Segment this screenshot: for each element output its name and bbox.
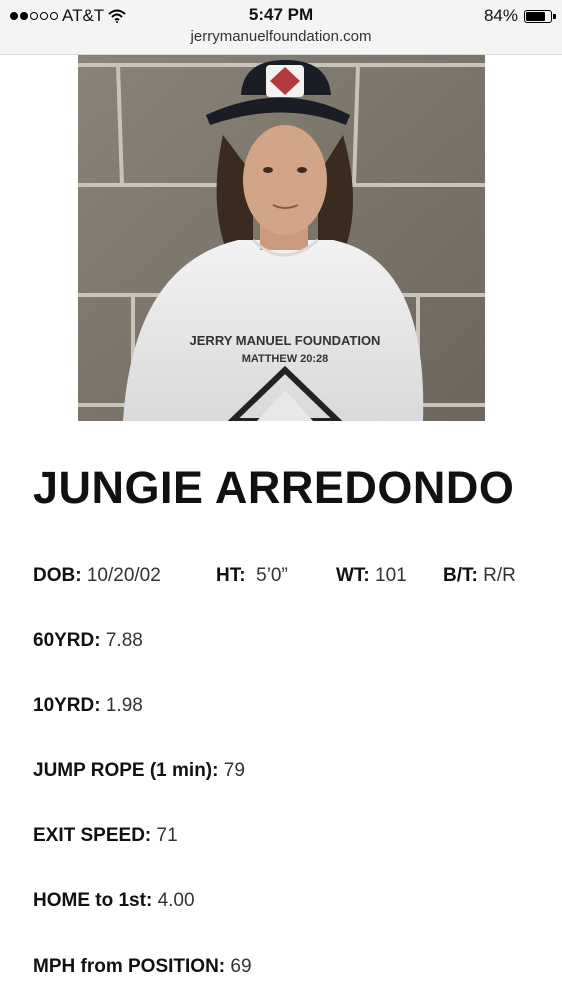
player-photo: JERRY MANUEL FOUNDATION MATTHEW 20:28 (78, 55, 485, 421)
stat-label: JUMP ROPE (1 min): (33, 760, 219, 781)
stat-mph-from-position: MPH from POSITION: 69 (33, 956, 252, 978)
stat-bats-throws: B/T: R/R (443, 565, 516, 587)
stat-value: 4.00 (157, 890, 195, 911)
stats-row: DOB: 10/20/02 HT: 5’0” WT: 101 B/T: R/R (33, 565, 533, 589)
stat-10yrd: 10YRD: 1.98 (33, 695, 143, 717)
stat-value: 10/20/02 (86, 565, 161, 586)
player-name: JUNGIE ARREDONDO (33, 462, 515, 513)
stat-label: 60YRD: (33, 630, 101, 651)
stat-label: DOB: (33, 565, 82, 586)
stat-label: WT: (336, 565, 370, 586)
stat-value: 7.88 (105, 630, 143, 651)
stat-height: HT: 5’0” (216, 565, 288, 587)
stat-value: 101 (375, 565, 407, 586)
stat-value: 79 (223, 760, 245, 781)
shirt-text: JERRY MANUEL FOUNDATION (190, 333, 381, 348)
stat-value: 71 (156, 825, 178, 846)
clock: 5:47 PM (248, 5, 314, 24)
battery-group: 84% (483, 6, 556, 26)
stat-60yrd: 60YRD: 7.88 (33, 630, 143, 652)
status-bar: AT&T 5:47 PM jerrymanuelfoundation.com 8… (0, 0, 562, 55)
stat-value: 1.98 (105, 695, 143, 716)
stat-value: R/R (483, 565, 516, 586)
stat-value: 5’0” (256, 565, 288, 586)
battery-percent: 84% (483, 6, 518, 25)
stat-label: MPH from POSITION: (33, 956, 226, 977)
stat-dob: DOB: 10/20/02 (33, 565, 161, 587)
stat-label: HT: (216, 565, 246, 586)
stat-label: EXIT SPEED: (33, 825, 152, 846)
stat-label: B/T: (443, 565, 478, 586)
stat-label: 10YRD: (33, 695, 101, 716)
stat-home-to-first: HOME to 1st: 4.00 (33, 890, 195, 912)
stat-value: 69 (230, 956, 252, 977)
stat-exit-speed: EXIT SPEED: 71 (33, 825, 178, 847)
shirt-subtext: MATTHEW 20:28 (242, 353, 329, 365)
stat-weight: WT: 101 (336, 565, 407, 587)
battery-icon (524, 9, 556, 23)
address-bar-url[interactable]: jerrymanuelfoundation.com (0, 28, 562, 45)
stat-jump-rope: JUMP ROPE (1 min): 79 (33, 760, 245, 782)
stat-label: HOME to 1st: (33, 890, 153, 911)
